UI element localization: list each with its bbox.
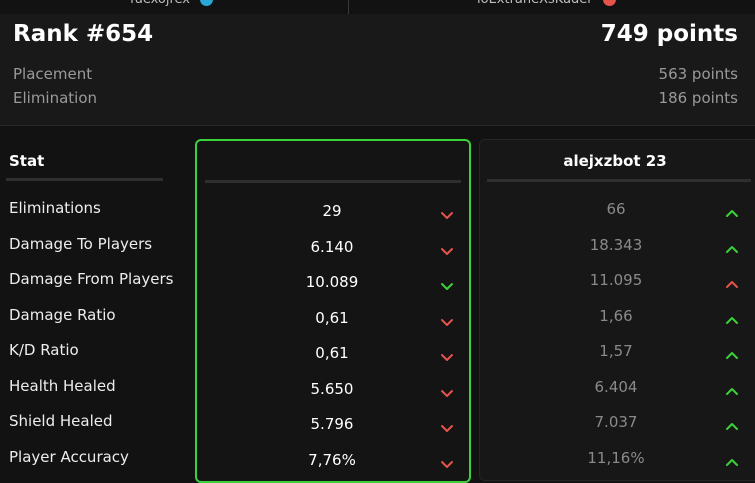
chevron-down-icon [440, 277, 454, 290]
stat-label-shield-healed: Shield Healed [9, 412, 113, 430]
opponent-value-player-accuracy: 11,16% [587, 448, 645, 467]
chevron-up-icon [725, 417, 739, 430]
chevron-down-icon [440, 455, 454, 468]
stat-label-damage-ratio: Damage Ratio [9, 305, 116, 324]
player2-tag: ioExtraneXsKader [477, 0, 616, 7]
chevron-up-icon [725, 240, 739, 253]
rank-title: Rank #654 [13, 21, 154, 47]
my-value-shield-healed: 5.796 [310, 415, 354, 433]
my-value-damage-ratio: 0,61 [315, 308, 349, 327]
opponent-value-shield-healed: 7.037 [594, 413, 638, 431]
stat-label-damage-from-players: Damage From Players [9, 270, 174, 288]
my-column-header-underline [205, 180, 461, 183]
player2-name: ioExtraneXsKader [477, 0, 593, 7]
rank-panel: Rank #654 749 points Placement 563 point… [0, 14, 755, 126]
player1-avatar-icon [200, 0, 214, 6]
my-value-k-d-ratio: 0,61 [315, 344, 349, 362]
opponent-name: alejxzbot 23 [563, 152, 667, 170]
opponent-value-damage-to-players: 18.343 [589, 235, 643, 254]
chevron-down-icon [440, 419, 454, 432]
player1-name: fuexojrex [130, 0, 190, 7]
placement-points: 563 points [658, 65, 738, 83]
my-value-player-accuracy: 7,76% [308, 450, 356, 469]
placement-label: Placement [13, 65, 93, 83]
chevron-up-icon [725, 311, 739, 324]
my-value-damage-to-players: 6.140 [310, 237, 354, 256]
chevron-down-icon [440, 348, 454, 361]
chevron-up-icon [725, 204, 739, 217]
my-value-eliminations: 29 [322, 202, 342, 220]
opponent-stats-column: alejxzbot 23 66 18.343 11.095 1,66 1,57 6.404… [479, 139, 755, 481]
chevron-down-icon [440, 313, 454, 326]
stat-header: Stat [9, 152, 45, 170]
stat-label-player-accuracy: Player Accuracy [9, 447, 129, 466]
player2-avatar-icon [602, 0, 616, 6]
chevron-up-icon [725, 346, 739, 359]
total-points: 749 points [600, 21, 738, 47]
opponent-value-health-healed: 6.404 [594, 377, 638, 396]
top-strip: fuexojrex ioExtraneXsKader [0, 0, 755, 14]
stat-label-damage-to-players: Damage To Players [9, 234, 153, 253]
opponent-header-underline [487, 179, 751, 182]
elimination-label: Elimination [13, 89, 98, 107]
chevron-up-icon [725, 382, 739, 395]
opponent-value-k-d-ratio: 1,57 [599, 342, 633, 360]
chevron-up-icon [725, 275, 739, 288]
stat-header-underline [6, 178, 163, 181]
top-divider [348, 0, 349, 14]
elimination-points: 186 points [658, 89, 738, 107]
chevron-down-icon [440, 206, 454, 219]
my-value-health-healed: 5.650 [310, 379, 354, 398]
chevron-up-icon [725, 453, 739, 466]
stat-label-k-d-ratio: K/D Ratio [9, 341, 79, 359]
stat-label-eliminations: Eliminations [9, 199, 101, 217]
opponent-value-damage-from-players: 11.095 [589, 271, 643, 289]
my-value-damage-from-players: 10.089 [305, 273, 359, 291]
stat-label-health-healed: Health Healed [9, 376, 116, 395]
player1-tag: fuexojrex [130, 0, 214, 7]
chevron-down-icon [440, 384, 454, 397]
my-stats-column: 29 6.140 10.089 0,61 0,61 5.650 5.796 7,76% [195, 139, 471, 483]
chevron-down-icon [440, 242, 454, 255]
opponent-value-damage-ratio: 1,66 [599, 306, 633, 325]
opponent-value-eliminations: 66 [606, 200, 626, 218]
